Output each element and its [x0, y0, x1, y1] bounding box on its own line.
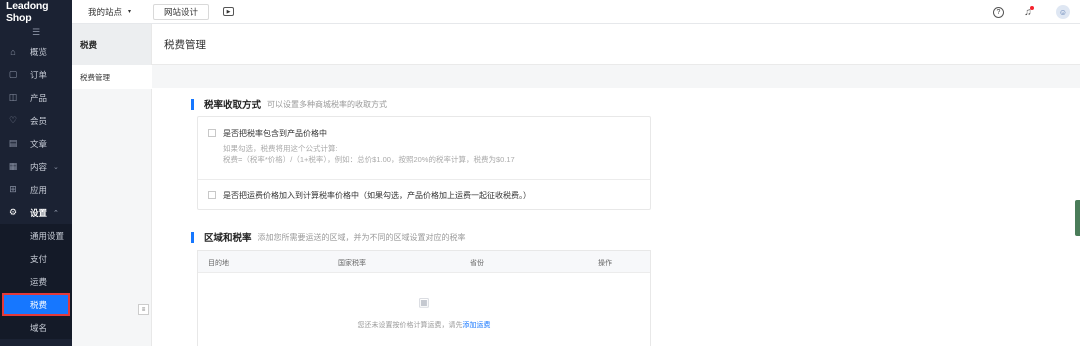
empty-state: ▣ 您还未设置按价格计算运费，请先添加运费 — [198, 273, 650, 346]
sidebar-item-label: 订单 — [30, 69, 48, 80]
logo[interactable]: Leadong Shop — [0, 0, 72, 24]
apps-icon: ⊞ — [9, 184, 17, 194]
caret-down-icon: ▾ — [128, 9, 132, 15]
section-description: 添加您所需要运送的区域，并为不同的区域设置对应的税率 — [257, 232, 466, 242]
article-icon: ▤ — [8, 138, 18, 148]
submenu-payment[interactable]: 支付 — [0, 247, 72, 270]
column-header: 省份 — [470, 260, 484, 267]
add-shipping-link[interactable]: 添加运费 — [463, 322, 491, 329]
include-tax-checkbox[interactable] — [208, 129, 216, 137]
sidebar-item-products[interactable]: ◫ 产品 — [0, 86, 72, 109]
member-icon: ♡ — [8, 115, 18, 125]
video-icon[interactable]: ▶ — [223, 7, 235, 16]
section-accent-bar — [191, 231, 194, 243]
content-panel: 税率收取方式 可以设置多种商城税率的收取方式 是否把税率包含到产品价格中 如果勾… — [152, 88, 1080, 346]
column-header: 目的地 — [208, 260, 229, 267]
list-toggle-icon[interactable]: ≡ — [138, 304, 149, 315]
sidebar-item-apps[interactable]: ⊞ 应用 — [0, 178, 72, 201]
section-accent-bar — [191, 98, 194, 110]
bag-icon: ◫ — [8, 92, 18, 102]
section-heading: 区域和税率 — [204, 233, 252, 244]
submenu-shipping[interactable]: 运费 — [0, 270, 72, 293]
page-title: 税费管理 — [152, 24, 1080, 65]
site-selector[interactable]: 我的站点 ▾ — [88, 6, 131, 18]
include-tax-hint: 如果勾选，税费将用这个公式计算: — [223, 144, 338, 153]
sidebar-item-label: 内容 — [30, 161, 48, 172]
empty-state-text: 您还未设置按价格计算运费，请先添加运费 — [198, 320, 650, 330]
column-header: 操作 — [598, 260, 612, 267]
home-icon: ⌂ — [10, 46, 16, 57]
shipping-tax-label: 是否把运费价格加入到计算税率价格中（如果勾选，产品价格加上运费一起征收税费。） — [223, 191, 531, 200]
sidebar-item-label: 文章 — [30, 138, 48, 149]
sidebar-item-label: 应用 — [30, 184, 48, 195]
include-tax-label: 是否把税率包含到产品价格中 — [223, 129, 327, 138]
main-sidebar: Leadong Shop ☰ ⌂ 概览 ▢ 订单 ◫ 产品 ♡ 会员 ▤ 文章 … — [0, 0, 72, 346]
chevron-down-icon: ⌄ — [53, 163, 59, 171]
help-icon[interactable]: ? — [993, 6, 1004, 18]
secondary-sidebar-title: 税费 — [72, 24, 151, 65]
site-selector-label: 我的站点 — [88, 6, 123, 17]
site-design-button[interactable]: 网站设计 — [153, 3, 210, 20]
side-feedback-tab[interactable] — [1075, 200, 1080, 236]
sidebar-item-settings[interactable]: ⚙ 设置 ⌃ — [0, 201, 72, 224]
tax-method-box: 是否把税率包含到产品价格中 如果勾选，税费将用这个公式计算: 税费=（税率*价格… — [197, 116, 651, 210]
section-heading: 税率收取方式 — [204, 100, 262, 111]
sidebar-item-content[interactable]: ▦ 内容 ⌄ — [0, 155, 72, 178]
avatar[interactable]: ☺ — [1056, 5, 1070, 19]
secondary-sidebar: 税费 税费管理 ≡ — [72, 24, 152, 346]
include-tax-formula: 税费=（税率*价格）/（1+税率），例如：总价$1.00，按照20%的税率计算，… — [223, 155, 515, 164]
chevron-up-icon: ⌃ — [53, 209, 59, 217]
menu-icon[interactable]: ☰ — [0, 24, 72, 40]
notification-dot — [1030, 6, 1034, 10]
settings-submenu: 通用设置 支付 运费 税费 域名 — [0, 224, 72, 339]
regions-section-title: 区域和税率 添加您所需要运送的区域，并为不同的区域设置对应的税率 — [191, 230, 466, 244]
table-header: 目的地 国家税率 省份 操作 — [198, 251, 650, 273]
settings-icon: ⚙ — [8, 207, 18, 217]
sidebar-item-members[interactable]: ♡ 会员 — [0, 109, 72, 132]
empty-state-message: 您还未设置按价格计算运费，请先 — [357, 322, 463, 329]
main-content: 税率收取方式 可以设置多种商城税率的收取方式 是否把税率包含到产品价格中 如果勾… — [152, 65, 1080, 346]
option-include-tax[interactable]: 是否把税率包含到产品价格中 如果勾选，税费将用这个公式计算: 税费=（税率*价格… — [208, 128, 515, 165]
shipping-tax-checkbox[interactable] — [208, 191, 216, 199]
top-bar-actions: ? ♫ ☺ — [993, 0, 1080, 24]
sidebar-item-label: 产品 — [30, 92, 48, 103]
sidebar-item-label: 设置 — [30, 207, 48, 218]
order-icon: ▢ — [8, 69, 18, 79]
submenu-tax[interactable]: 税费 — [2, 293, 70, 316]
sidebar-item-articles[interactable]: ▤ 文章 — [0, 132, 72, 155]
section-description: 可以设置多种商城税率的收取方式 — [267, 99, 388, 109]
sidebar-item-label: 会员 — [30, 115, 48, 126]
tax-method-section-title: 税率收取方式 可以设置多种商城税率的收取方式 — [191, 97, 387, 111]
option-shipping-tax[interactable]: 是否把运费价格加入到计算税率价格中（如果勾选，产品价格加上运费一起征收税费。） — [208, 190, 531, 201]
divider — [198, 179, 650, 180]
sidebar-item-label: 概览 — [30, 46, 48, 57]
submenu-general-settings[interactable]: 通用设置 — [0, 224, 72, 247]
sidebar-item-orders[interactable]: ▢ 订单 — [0, 63, 72, 86]
sidebar-item-overview[interactable]: ⌂ 概览 — [0, 40, 72, 63]
regions-table: 目的地 国家税率 省份 操作 ▣ 您还未设置按价格计算运费，请先添加运费 — [197, 250, 651, 346]
column-header: 国家税率 — [338, 260, 366, 267]
secondary-item-tax-management[interactable]: 税费管理 — [72, 65, 152, 89]
empty-box-icon: ▣ — [418, 295, 430, 309]
top-bar: 我的站点 ▾ 网站设计 ▶ ? ♫ ☺ — [72, 0, 1080, 24]
bell-icon[interactable]: ♫ — [1022, 6, 1034, 18]
content-icon: ▦ — [8, 161, 18, 171]
submenu-domain[interactable]: 域名 — [0, 316, 72, 339]
